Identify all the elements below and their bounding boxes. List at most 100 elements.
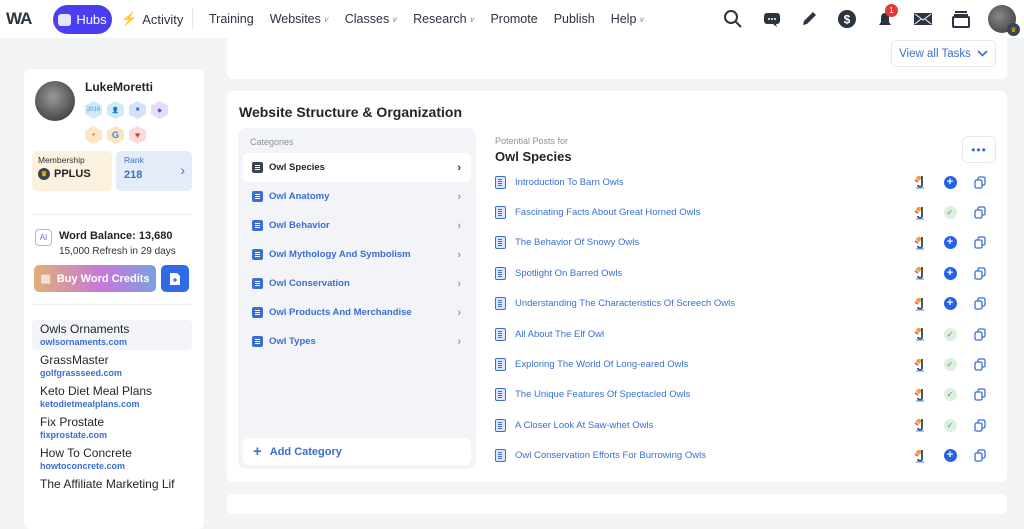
category-item[interactable]: Owl Types › <box>243 327 471 356</box>
ai-writer-button[interactable] <box>905 174 935 190</box>
more-options-button[interactable]: ••• <box>962 136 996 163</box>
badge-heart-icon[interactable]: ♥ <box>129 126 146 144</box>
copy-button[interactable] <box>965 327 995 341</box>
username[interactable]: LukeMoretti <box>85 80 153 94</box>
ai-writer-button[interactable] <box>905 387 935 403</box>
category-item[interactable]: Owl Anatomy › <box>243 182 471 211</box>
hubs-button[interactable]: Hubs <box>53 5 112 34</box>
user-menu[interactable]: ♛ <box>980 0 1024 38</box>
post-title-link[interactable]: The Behavior Of Snowy Owls <box>515 237 905 248</box>
site-item[interactable]: The Affiliate Marketing Lif <box>32 475 192 494</box>
membership-card[interactable]: Membership ♛ PPLUS <box>32 151 112 191</box>
site-domain[interactable]: golfgrassseed.com <box>40 368 184 378</box>
ai-writer-button[interactable] <box>905 235 935 251</box>
ai-writer-button[interactable] <box>905 205 935 221</box>
site-domain[interactable]: owlsornaments.com <box>40 337 184 347</box>
category-item[interactable]: Owl Mythology And Symbolism › <box>243 240 471 269</box>
bell-icon[interactable]: 1 <box>866 0 904 38</box>
section-title: Website Structure & Organization <box>239 104 462 120</box>
divider <box>32 214 192 215</box>
site-item[interactable]: How To Concrete howtoconcrete.com <box>32 444 192 474</box>
site-domain[interactable]: howtoconcrete.com <box>40 461 184 471</box>
site-domain[interactable]: fixprostate.com <box>40 430 184 440</box>
add-post-icon[interactable]: + <box>943 236 957 250</box>
post-title-link[interactable]: All About The Elf Owl <box>515 329 905 340</box>
document-add-button[interactable] <box>161 265 189 292</box>
category-item[interactable]: Owl Products And Merchandise › <box>243 298 471 327</box>
pencil-icon[interactable] <box>790 0 828 38</box>
buy-label: Buy Word Credits <box>56 272 150 285</box>
add-post-icon[interactable]: + <box>943 297 957 311</box>
nav-training[interactable]: Training <box>209 12 254 26</box>
search-icon[interactable] <box>714 0 752 38</box>
badge-diamond-icon[interactable]: ◆ <box>151 101 168 119</box>
nav-websites[interactable]: Websites ∨ <box>270 12 329 26</box>
copy-button[interactable] <box>965 419 995 432</box>
category-item[interactable]: Owl Species › <box>243 153 471 182</box>
post-title-link[interactable]: Fascinating Facts About Great Horned Owl… <box>515 207 905 218</box>
ai-writer-button[interactable] <box>905 296 935 312</box>
wa-logo[interactable]: WA <box>6 9 32 29</box>
site-item[interactable]: Fix Prostate fixprostate.com <box>32 413 192 443</box>
category-file-icon <box>252 220 263 231</box>
add-post-icon[interactable]: + <box>943 175 957 189</box>
badge-screen-icon[interactable]: ■ <box>129 101 146 119</box>
buy-word-credits-button[interactable]: ▦ Buy Word Credits <box>34 265 156 292</box>
category-item[interactable]: Owl Behavior › <box>243 211 471 240</box>
copy-icon <box>974 327 986 341</box>
nav-classes[interactable]: Classes ∨ <box>345 12 397 26</box>
add-post-icon[interactable]: + <box>943 266 957 280</box>
add-category-button[interactable]: + Add Category <box>243 438 471 465</box>
chat-icon[interactable] <box>752 0 790 38</box>
chevron-down-icon <box>977 50 988 57</box>
post-title-link[interactable]: The Unique Features Of Spectacled Owls <box>515 389 905 400</box>
badge-medal-icon[interactable]: ● <box>85 126 102 144</box>
copy-button[interactable] <box>965 358 995 371</box>
copy-button[interactable] <box>965 206 995 219</box>
ai-writer-button[interactable] <box>905 357 935 373</box>
post-title-link[interactable]: A Closer Look At Saw-whet Owls <box>515 420 905 431</box>
ai-writer-button[interactable] <box>905 265 935 281</box>
copy-button[interactable] <box>965 176 995 189</box>
category-label: Owl Mythology And Symbolism <box>269 249 411 260</box>
archive-icon[interactable] <box>942 0 980 38</box>
nav-help[interactable]: Help ∨ <box>611 12 645 26</box>
chevron-down-icon: ∨ <box>468 14 475 24</box>
post-title-link[interactable]: Understanding The Characteristics Of Scr… <box>515 298 905 309</box>
copy-button[interactable] <box>965 449 995 462</box>
site-domain[interactable]: ketodietmealplans.com <box>40 399 184 409</box>
copy-button[interactable] <box>965 388 995 402</box>
category-item[interactable]: Owl Conservation › <box>243 269 471 298</box>
post-title-link[interactable]: Spotlight On Barred Owls <box>515 268 905 279</box>
mail-icon[interactable] <box>904 0 942 38</box>
ai-writer-button[interactable] <box>905 417 935 433</box>
nav-promote[interactable]: Promote <box>490 12 537 26</box>
ai-writer-button[interactable] <box>905 448 935 464</box>
post-title-link[interactable]: Exploring The World Of Long-eared Owls <box>515 359 905 370</box>
ai-writer-button[interactable] <box>905 326 935 342</box>
ai-writer-icon <box>914 388 924 402</box>
category-label: Owl Anatomy <box>269 191 330 202</box>
add-post-icon[interactable]: + <box>943 449 957 463</box>
site-item[interactable]: Keto Diet Meal Plans ketodietmealplans.co… <box>32 382 192 412</box>
categories-panel: Categories Owl Species › Owl Anatomy › Owl B… <box>238 128 476 469</box>
post-title-link[interactable]: Introduction To Barn Owls <box>515 177 905 188</box>
rank-card[interactable]: Rank 218 › <box>116 151 192 191</box>
copy-button[interactable] <box>965 297 995 310</box>
activity-link[interactable]: ⚡ Activity <box>121 11 183 27</box>
post-list: Introduction To Barn Owls + Fascinating Fa… <box>495 167 995 471</box>
view-all-tasks-button[interactable]: View all Tasks <box>891 40 996 67</box>
site-item[interactable]: GrassMaster golfgrassseed.com <box>32 351 192 381</box>
nav-publish[interactable]: Publish <box>554 12 595 26</box>
profile-avatar[interactable] <box>35 81 75 121</box>
nav-research[interactable]: Research ∨ <box>413 12 474 26</box>
badge-google-icon[interactable]: G <box>107 126 124 144</box>
dollar-icon[interactable]: $ <box>828 0 866 38</box>
site-item[interactable]: Owls Ornaments owlsornaments.com <box>32 320 192 350</box>
copy-button[interactable] <box>965 236 995 250</box>
ai-icon: AI <box>35 229 52 246</box>
post-title-link[interactable]: Owl Conservation Efforts For Burrowing O… <box>515 450 905 461</box>
badge-2016-icon[interactable]: 2016 <box>85 101 102 119</box>
copy-button[interactable] <box>965 267 995 280</box>
badge-user-icon[interactable]: 👤 <box>107 101 124 119</box>
